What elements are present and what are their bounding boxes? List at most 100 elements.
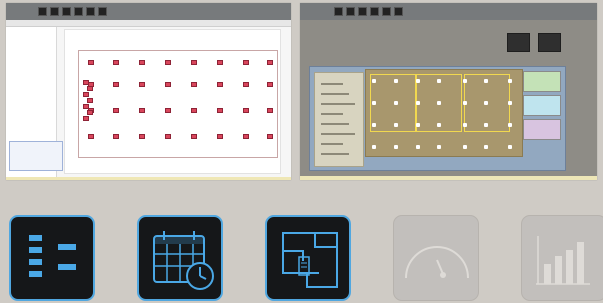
- device-dot[interactable]: [372, 79, 376, 83]
- device-dot[interactable]: [416, 79, 420, 83]
- nav-gauge-button[interactable]: [393, 215, 479, 301]
- sensor-marker[interactable]: [243, 108, 249, 113]
- device-dot[interactable]: [416, 145, 420, 149]
- device-dot[interactable]: [372, 101, 376, 105]
- sensor-marker[interactable]: [267, 82, 273, 87]
- sensor-marker[interactable]: [83, 80, 89, 85]
- equipment-row[interactable]: [321, 103, 355, 105]
- sensor-marker[interactable]: [267, 108, 273, 113]
- sensor-marker[interactable]: [87, 86, 93, 91]
- device-dot[interactable]: [484, 79, 488, 83]
- zone-summary[interactable]: [523, 95, 561, 116]
- sensor-marker[interactable]: [165, 82, 171, 87]
- action-button[interactable]: [538, 33, 561, 52]
- equipment-list[interactable]: [314, 72, 364, 167]
- sensor-marker[interactable]: [165, 134, 171, 139]
- device-dot[interactable]: [463, 79, 467, 83]
- zone-summary[interactable]: [523, 71, 561, 92]
- sensor-marker[interactable]: [243, 82, 249, 87]
- device-dot[interactable]: [416, 101, 420, 105]
- sensor-marker[interactable]: [243, 134, 249, 139]
- sensor-marker[interactable]: [267, 60, 273, 65]
- sensor-marker[interactable]: [113, 108, 119, 113]
- equipment-row[interactable]: [321, 123, 349, 125]
- sensor-marker[interactable]: [267, 134, 273, 139]
- toolbar-button[interactable]: [50, 7, 59, 16]
- properties-panel[interactable]: [9, 141, 63, 171]
- device-dot[interactable]: [394, 79, 398, 83]
- sensor-marker[interactable]: [139, 60, 145, 65]
- device-dot[interactable]: [508, 123, 512, 127]
- toolbar-button[interactable]: [358, 7, 367, 16]
- sensor-marker[interactable]: [139, 134, 145, 139]
- floor-plan-view[interactable]: [309, 66, 566, 171]
- device-dot[interactable]: [463, 123, 467, 127]
- sensor-marker[interactable]: [113, 82, 119, 87]
- toolbar-button[interactable]: [370, 7, 379, 16]
- device-dot[interactable]: [394, 123, 398, 127]
- device-dot[interactable]: [463, 101, 467, 105]
- sensor-marker[interactable]: [113, 60, 119, 65]
- device-dot[interactable]: [463, 145, 467, 149]
- sensor-marker[interactable]: [83, 116, 89, 121]
- action-button[interactable]: [507, 33, 530, 52]
- equipment-row[interactable]: [321, 83, 343, 85]
- device-dot[interactable]: [484, 123, 488, 127]
- sensor-marker[interactable]: [87, 110, 93, 115]
- device-dot[interactable]: [437, 101, 441, 105]
- equipment-row[interactable]: [321, 93, 349, 95]
- toolbar-button[interactable]: [334, 7, 343, 16]
- nav-reports-button[interactable]: [521, 215, 603, 301]
- sensor-marker[interactable]: [191, 60, 197, 65]
- device-dot[interactable]: [437, 79, 441, 83]
- toolbar-button[interactable]: [74, 7, 83, 16]
- zone-room[interactable]: [370, 74, 416, 132]
- device-dot[interactable]: [394, 145, 398, 149]
- device-dot[interactable]: [484, 145, 488, 149]
- nav-floor-plan-button[interactable]: [265, 215, 351, 301]
- device-dot[interactable]: [437, 123, 441, 127]
- sensor-marker[interactable]: [139, 108, 145, 113]
- equipment-row[interactable]: [321, 113, 343, 115]
- toolbar-button[interactable]: [346, 7, 355, 16]
- sensor-marker[interactable]: [217, 60, 223, 65]
- toolbar-button[interactable]: [86, 7, 95, 16]
- sensor-marker[interactable]: [191, 134, 197, 139]
- toolbar-button[interactable]: [38, 7, 47, 16]
- toolbar-button[interactable]: [382, 7, 391, 16]
- device-dot[interactable]: [437, 145, 441, 149]
- sensor-marker[interactable]: [165, 60, 171, 65]
- equipment-row[interactable]: [321, 133, 355, 135]
- sensor-marker[interactable]: [113, 134, 119, 139]
- sensor-marker[interactable]: [83, 92, 89, 97]
- device-dot[interactable]: [484, 101, 488, 105]
- sensor-marker[interactable]: [243, 60, 249, 65]
- device-dot[interactable]: [508, 145, 512, 149]
- device-dot[interactable]: [372, 123, 376, 127]
- sensor-marker[interactable]: [191, 82, 197, 87]
- device-dot[interactable]: [416, 123, 420, 127]
- sensor-marker[interactable]: [83, 104, 89, 109]
- sensor-marker[interactable]: [217, 108, 223, 113]
- sensor-marker[interactable]: [88, 134, 94, 139]
- sensor-marker[interactable]: [191, 108, 197, 113]
- sensor-marker[interactable]: [165, 108, 171, 113]
- equipment-row[interactable]: [321, 153, 349, 155]
- zone-grid[interactable]: [365, 69, 523, 157]
- sensor-marker[interactable]: [139, 82, 145, 87]
- device-dot[interactable]: [372, 145, 376, 149]
- equipment-row[interactable]: [321, 143, 343, 145]
- plan-canvas[interactable]: [64, 29, 281, 174]
- device-dot[interactable]: [394, 101, 398, 105]
- toolbar-button[interactable]: [98, 7, 107, 16]
- toolbar-button[interactable]: [62, 7, 71, 16]
- device-dot[interactable]: [508, 101, 512, 105]
- nav-schedule-button[interactable]: [137, 215, 223, 301]
- sensor-marker[interactable]: [217, 134, 223, 139]
- nav-list-button[interactable]: [9, 215, 95, 301]
- zone-summary[interactable]: [523, 119, 561, 140]
- sensor-marker[interactable]: [217, 82, 223, 87]
- toolbar-button[interactable]: [394, 7, 403, 16]
- device-dot[interactable]: [508, 79, 512, 83]
- sensor-marker[interactable]: [88, 60, 94, 65]
